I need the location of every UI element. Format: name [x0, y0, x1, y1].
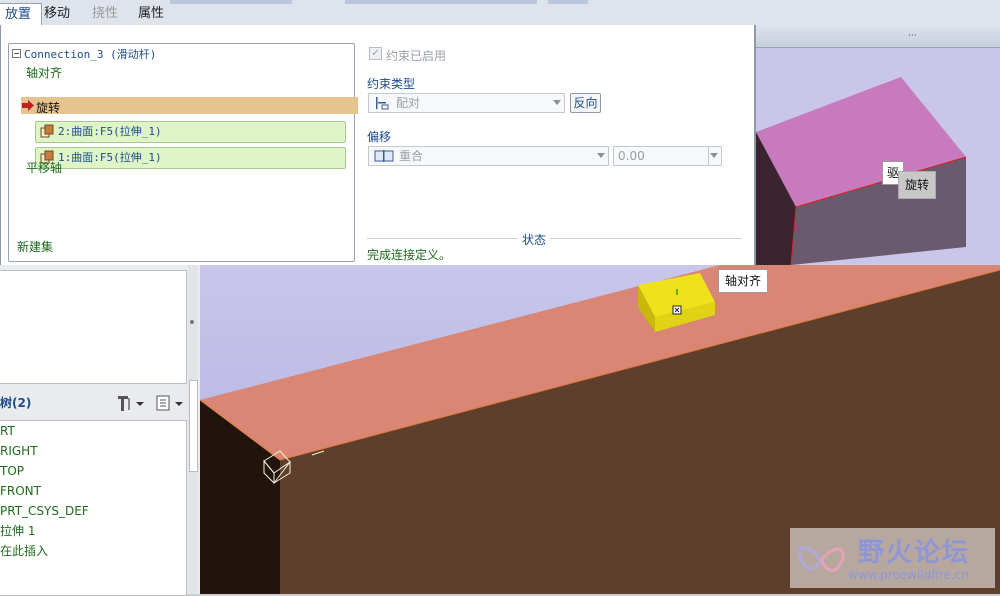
offset-type-select[interactable]: 重合 — [368, 146, 609, 166]
reference-item-1[interactable]: 1:曲面:F5(拉伸_1) — [35, 147, 346, 169]
viewport-label-axis-align: 轴对齐 — [718, 269, 769, 293]
model-tree-panel: 树(2) RT RIGHT TOP FRONT PRT_CSYS_DEF 拉伸 … — [0, 265, 200, 596]
set-item-rotate-highlight[interactable] — [21, 97, 358, 114]
more-icon[interactable]: ··· — [908, 31, 917, 41]
new-set-link[interactable]: 新建集 — [17, 238, 53, 255]
tab-flexibility[interactable]: 挠性 — [82, 3, 128, 25]
placement-panel: − Connection_3 (滑动杆) 轴对齐 旋转 2:曲面:F5(拉伸_1… — [0, 25, 755, 270]
offset-value-input[interactable]: 0.00 — [613, 146, 722, 166]
model-tree-title: 树(2) — [0, 396, 32, 410]
offset-value: 0.00 — [618, 149, 645, 163]
toolbar-strip — [170, 0, 292, 4]
arrow-right-icon — [22, 100, 34, 111]
scroll-thumb[interactable] — [189, 380, 198, 472]
forum-watermark: 野火论坛 www.proewildfire.cn — [790, 528, 995, 588]
constraint-enabled-checkbox[interactable]: ✓ — [369, 47, 382, 60]
model-tree-list: RT RIGHT TOP FRONT PRT_CSYS_DEF 拉伸 1 在此插… — [0, 420, 187, 596]
tree-item[interactable]: RT — [0, 421, 186, 441]
divider — [708, 147, 709, 165]
status-divider — [367, 238, 742, 239]
reference-item-2[interactable]: 2:曲面:F5(拉伸_1) — [35, 121, 346, 143]
upper-list-box — [0, 270, 187, 384]
settings-tools-icon[interactable] — [116, 394, 148, 412]
constraint-type-value: 配对 — [396, 96, 421, 110]
set-item-translate-axis[interactable]: 平移轴 — [26, 159, 62, 176]
panel-splitter[interactable] — [188, 265, 198, 594]
constraint-type-select[interactable]: 配对 — [368, 93, 565, 113]
offset-heading: 偏移 — [367, 130, 392, 144]
tree-item[interactable]: FRONT — [0, 481, 186, 501]
watermark-title: 野火论坛 — [858, 538, 971, 568]
tab-properties[interactable]: 属性 — [128, 3, 174, 25]
set-item-rotate[interactable]: 旋转 — [36, 99, 60, 116]
preview-label-rotate: 旋转 — [898, 171, 937, 199]
component-preview-window[interactable]: ··· 驱 旋转 — [755, 25, 1000, 265]
butterfly-logo-icon — [798, 545, 845, 572]
toolbar-strip-3 — [548, 0, 588, 4]
tree-item[interactable]: 拉伸 1 — [0, 521, 186, 541]
flip-button[interactable]: 反向 — [570, 93, 601, 113]
reference-label: 1:曲面:F5(拉伸_1) — [58, 151, 162, 164]
constraint-type-heading: 约束类型 — [367, 77, 416, 91]
tree-item[interactable]: RIGHT — [0, 441, 186, 461]
show-list-icon[interactable] — [155, 394, 187, 412]
set-item-axis-align[interactable]: 轴对齐 — [26, 64, 62, 81]
watermark-url: www.proewildfire.cn — [848, 568, 969, 582]
coincident-icon — [374, 150, 394, 162]
surface-icon — [40, 124, 54, 138]
tree-item[interactable]: 在此插入 — [0, 541, 186, 561]
preview-canvas — [756, 77, 967, 265]
toolbar-strip-2 — [345, 0, 537, 4]
status-message: 完成连接定义。 — [367, 248, 452, 262]
mate-icon — [376, 97, 389, 110]
preview-title-bar: ··· — [756, 25, 1000, 48]
constraint-enabled-label: 约束已启用 — [386, 49, 447, 63]
chevron-down-icon — [710, 153, 718, 158]
splitter-grip — [190, 320, 194, 324]
collapse-icon[interactable]: − — [12, 49, 21, 58]
connection-sets-panel: − Connection_3 (滑动杆) 轴对齐 旋转 2:曲面:F5(拉伸_1… — [8, 43, 358, 262]
offset-type-value: 重合 — [399, 149, 424, 163]
chevron-down-icon — [553, 100, 561, 105]
tab-move[interactable]: 移动 — [34, 3, 80, 25]
status-heading: 状态 — [518, 231, 551, 248]
tree-item[interactable]: TOP — [0, 461, 186, 481]
connection-title[interactable]: Connection_3 (滑动杆) — [24, 46, 156, 62]
tree-item[interactable]: PRT_CSYS_DEF — [0, 501, 186, 521]
chevron-down-icon — [597, 153, 605, 158]
reference-label: 2:曲面:F5(拉伸_1) — [58, 125, 162, 138]
dashboard-tab-bar: 放置 移动 挠性 属性 — [0, 0, 1000, 26]
